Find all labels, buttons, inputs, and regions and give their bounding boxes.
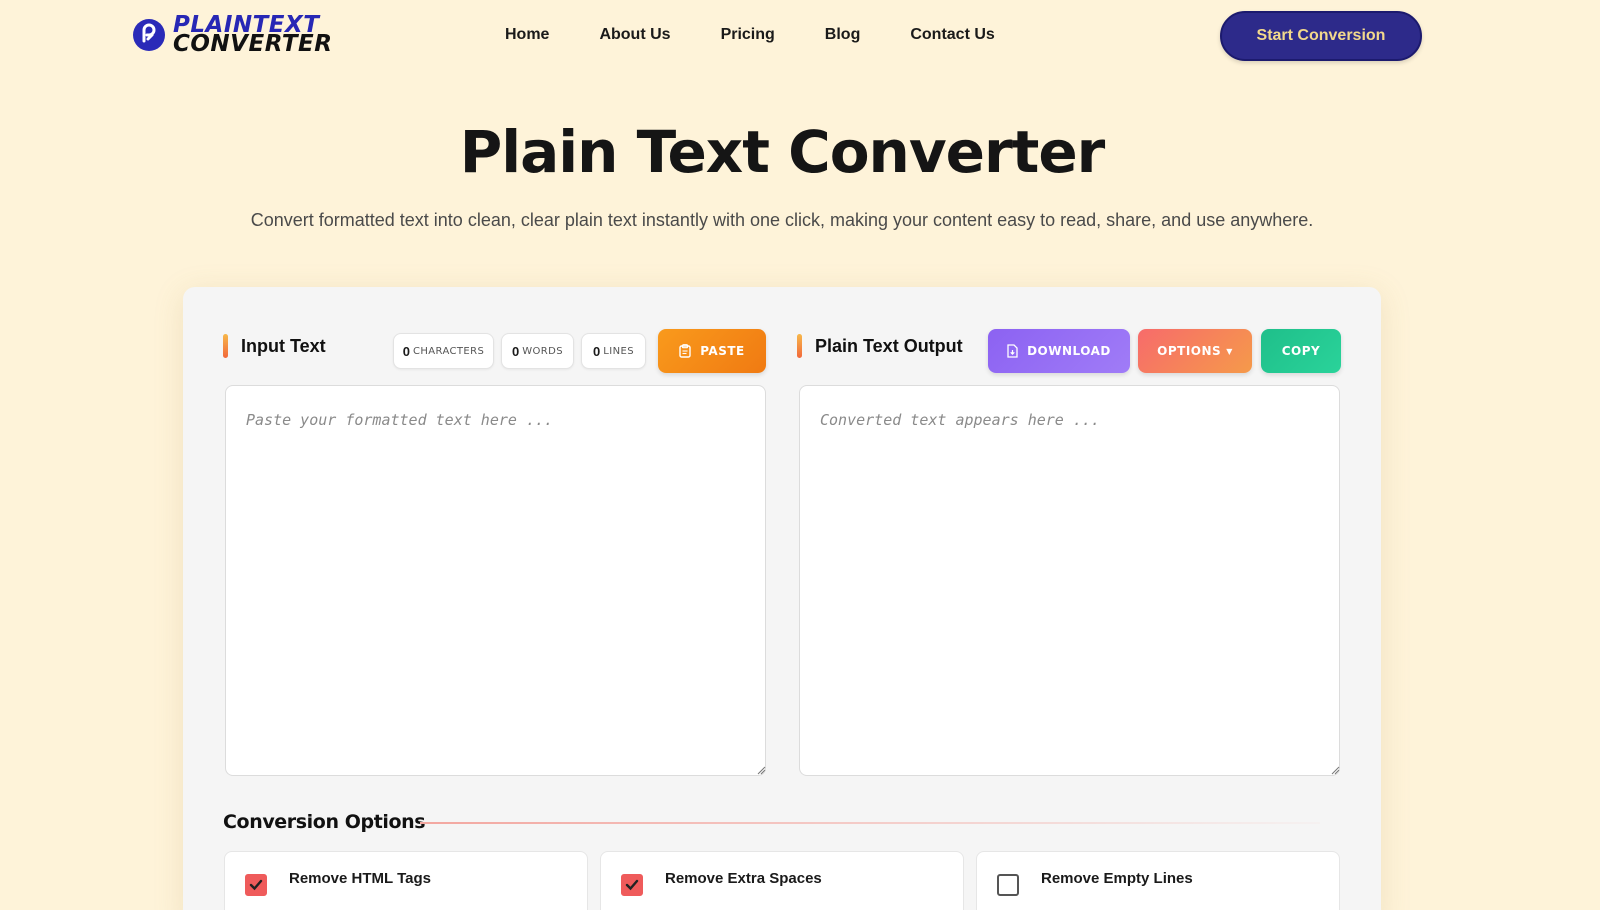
lines-count: 0 LINES <box>581 333 646 369</box>
brand-wordmark: PLAINTEXT CONVERTER <box>173 14 333 57</box>
paste-button[interactable]: PASTE <box>658 329 766 373</box>
page-title: Plain Text Converter <box>459 118 1106 186</box>
download-label: DOWNLOAD <box>1027 344 1111 358</box>
lines-label: LINES <box>603 345 634 357</box>
file-download-icon <box>1007 344 1018 358</box>
download-button[interactable]: DOWNLOAD <box>988 329 1130 373</box>
characters-value: 0 <box>402 343 410 359</box>
copy-button[interactable]: COPY <box>1261 329 1341 373</box>
option-label: Remove Empty Lines <box>1041 870 1193 887</box>
nav-blog[interactable]: Blog <box>825 26 861 44</box>
options-label: OPTIONS <box>1157 344 1222 358</box>
title-accent-bar <box>797 334 802 358</box>
checkbox-checked[interactable] <box>245 874 267 896</box>
section-divider <box>420 822 1320 824</box>
words-count: 0 WORDS <box>501 333 574 369</box>
resize-handle-icon[interactable] <box>756 765 766 775</box>
checkbox-unchecked[interactable] <box>997 874 1019 896</box>
brand-line2: CONVERTER <box>173 31 333 57</box>
checkmark-icon <box>625 879 639 891</box>
options-dropdown-button[interactable]: OPTIONS ▼ <box>1138 329 1252 373</box>
brand-logo[interactable]: PLAINTEXT CONVERTER <box>133 14 333 57</box>
conversion-options-heading: Conversion Options <box>223 811 426 833</box>
option-label: Remove HTML Tags <box>289 870 431 887</box>
option-remove-extra-spaces[interactable]: Remove Extra Spaces <box>600 851 964 910</box>
output-title-label: Plain Text Output <box>815 335 963 356</box>
characters-count: 0 CHARACTERS <box>393 333 494 369</box>
resize-handle-icon[interactable] <box>1330 765 1340 775</box>
copy-label: COPY <box>1281 344 1321 358</box>
clipboard-icon <box>679 344 691 358</box>
option-remove-html-tags[interactable]: Remove HTML Tags <box>224 851 588 910</box>
main-nav: Home About Us Pricing Blog Contact Us <box>505 26 1045 44</box>
words-label: WORDS <box>522 345 563 357</box>
output-panel-title: Plain Text Output <box>797 334 963 358</box>
option-remove-empty-lines[interactable]: Remove Empty Lines <box>976 851 1340 910</box>
site-header: PLAINTEXT CONVERTER Home About Us Pricin… <box>0 0 1600 72</box>
characters-label: CHARACTERS <box>412 345 485 357</box>
page-subtitle: Convert formatted text into clean, clear… <box>250 210 1314 230</box>
caret-down-icon: ▼ <box>1226 346 1233 356</box>
nav-pricing[interactable]: Pricing <box>721 26 775 44</box>
input-panel-title: Input Text <box>223 334 326 358</box>
option-label: Remove Extra Spaces <box>665 870 822 887</box>
start-conversion-button[interactable]: Start Conversion <box>1220 11 1422 61</box>
checkbox-checked[interactable] <box>621 874 643 896</box>
converter-logo-icon <box>133 19 165 51</box>
title-accent-bar <box>223 334 228 358</box>
words-value: 0 <box>512 343 520 359</box>
paste-label: PASTE <box>700 344 745 358</box>
input-title-label: Input Text <box>241 335 326 356</box>
input-textarea[interactable] <box>225 385 766 776</box>
nav-about-us[interactable]: About Us <box>599 26 670 44</box>
output-textarea[interactable] <box>799 385 1340 776</box>
nav-contact-us[interactable]: Contact Us <box>910 26 994 44</box>
nav-home[interactable]: Home <box>505 26 549 44</box>
lines-value: 0 <box>593 343 601 359</box>
checkmark-icon <box>249 879 263 891</box>
